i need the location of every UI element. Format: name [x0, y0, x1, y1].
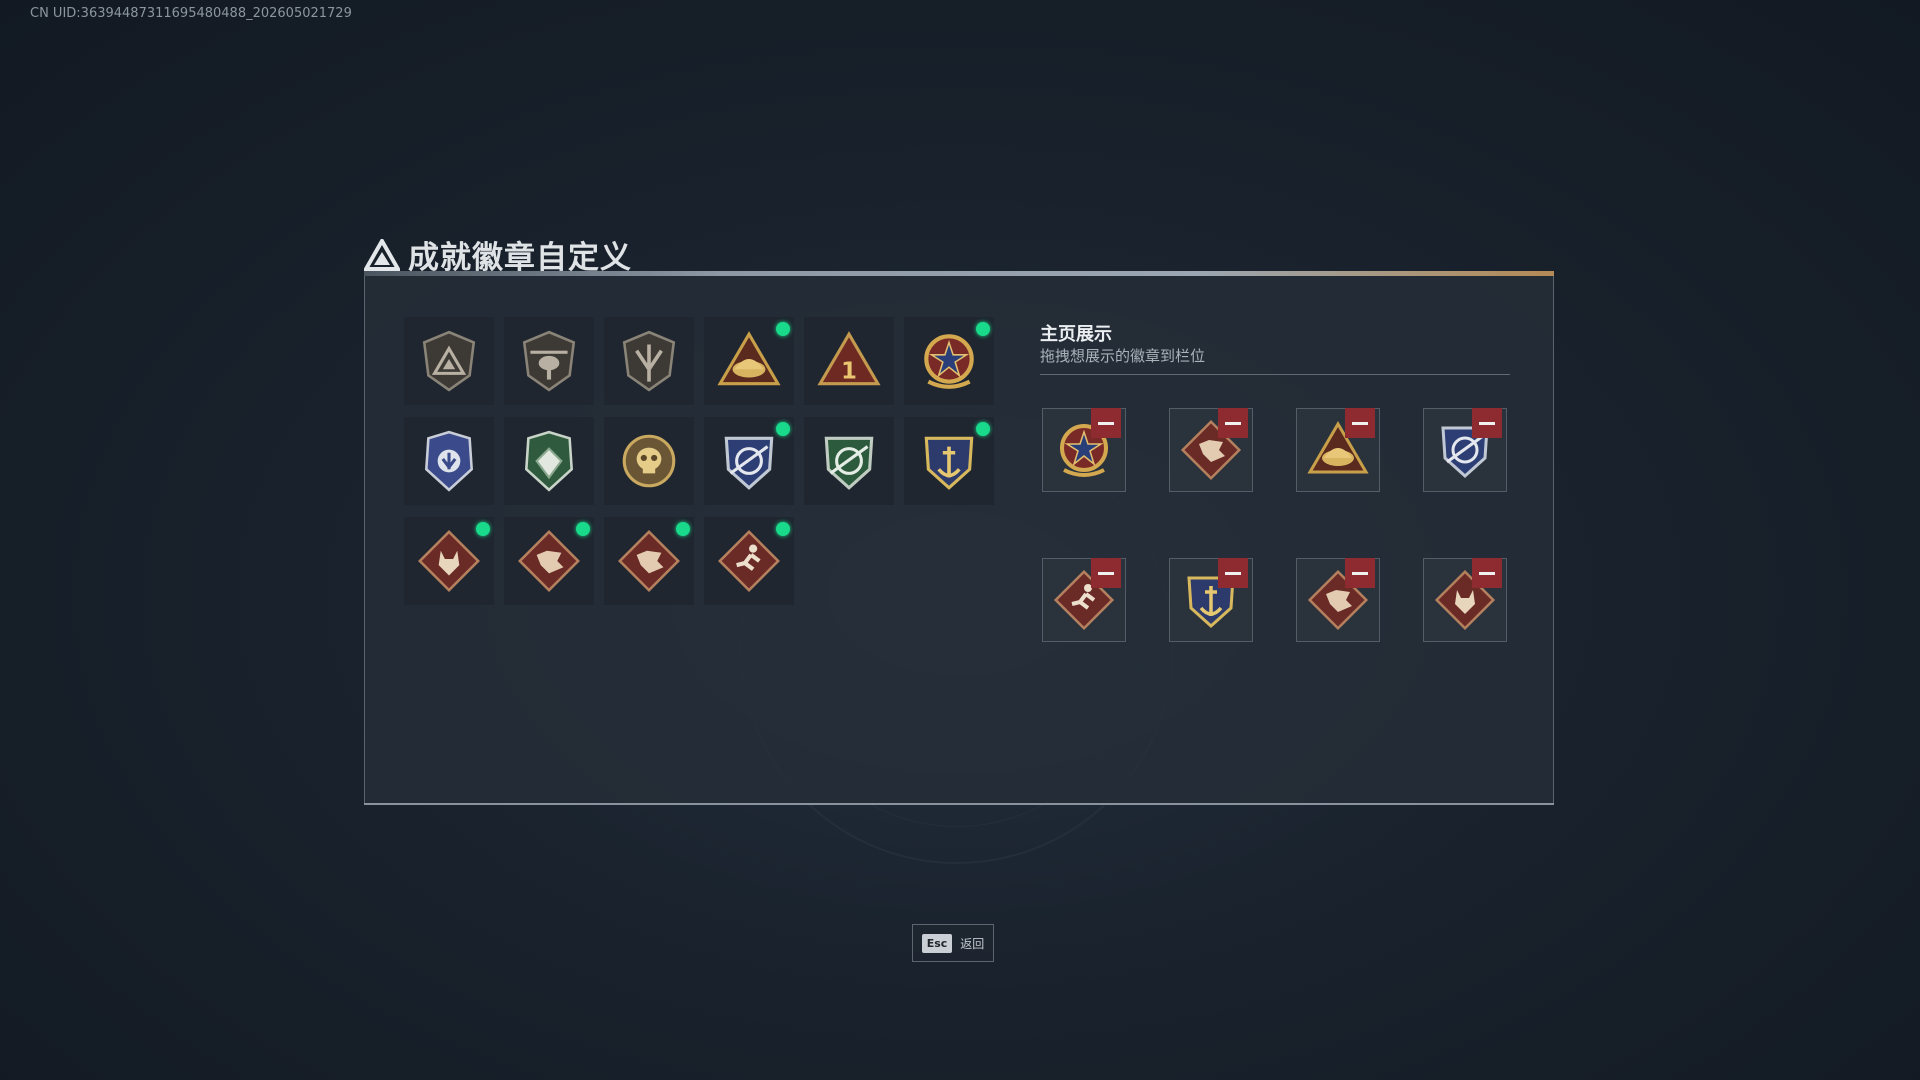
display-slot[interactable] — [1296, 408, 1380, 492]
badge-slot[interactable] — [604, 317, 694, 405]
badge-panel: 1 主页展示 拖拽想展示的徽章到栏位 — [364, 271, 1554, 805]
star-medal-badge-icon — [924, 334, 974, 389]
blue-sniper-crest-badge-icon — [724, 436, 774, 490]
esc-back-button[interactable]: Esc 返回 — [912, 924, 994, 962]
wolf-diamond-badge-icon — [418, 530, 480, 592]
remove-badge-button[interactable] — [1472, 558, 1502, 588]
display-slot[interactable] — [1423, 408, 1507, 492]
new-indicator-dot — [976, 422, 990, 436]
uid-label: CN UID:3639448731169548048​8_20260502172… — [30, 6, 352, 21]
gold-anchor-crest-badge-icon — [924, 436, 974, 490]
new-indicator-dot — [976, 322, 990, 336]
triangle-shield-badge-icon — [422, 330, 476, 392]
badge-slot[interactable] — [804, 417, 894, 505]
remove-badge-button[interactable] — [1218, 558, 1248, 588]
new-indicator-dot — [776, 322, 790, 336]
new-indicator-dot — [776, 422, 790, 436]
number-one-triangle-badge-icon: 1 — [817, 331, 881, 386]
badge-slot[interactable] — [704, 417, 794, 505]
panel-top-border — [364, 271, 1554, 276]
remove-badge-button[interactable] — [1091, 408, 1121, 438]
badge-slot[interactable] — [504, 517, 594, 605]
badge-slot[interactable] — [604, 417, 694, 505]
display-slot[interactable] — [1169, 558, 1253, 642]
green-police-badge-icon — [524, 430, 574, 492]
svg-text:1: 1 — [841, 359, 857, 385]
new-indicator-dot — [576, 522, 590, 536]
runner-diamond-badge-icon — [718, 530, 780, 592]
new-indicator-dot — [476, 522, 490, 536]
badge-slot[interactable] — [404, 317, 494, 405]
badge-slot[interactable] — [704, 317, 794, 405]
remove-badge-button[interactable] — [1472, 408, 1502, 438]
display-slot[interactable] — [1042, 558, 1126, 642]
badge-slot[interactable] — [404, 517, 494, 605]
new-indicator-dot — [776, 522, 790, 536]
remove-badge-button[interactable] — [1345, 558, 1375, 588]
esc-key-icon: Esc — [921, 933, 953, 953]
display-section-subtitle: 拖拽想展示的徽章到栏位 — [1040, 347, 1206, 365]
badge-slot[interactable] — [704, 517, 794, 605]
display-slot[interactable] — [1296, 558, 1380, 642]
remove-badge-button[interactable] — [1345, 408, 1375, 438]
dragon-diamond-badge-icon — [618, 530, 680, 592]
badge-slot[interactable] — [504, 317, 594, 405]
new-indicator-dot — [676, 522, 690, 536]
display-slot[interactable] — [1169, 408, 1253, 492]
remove-badge-button[interactable] — [1091, 558, 1121, 588]
badge-slot[interactable] — [904, 317, 994, 405]
display-slot[interactable] — [1423, 558, 1507, 642]
badge-slot[interactable] — [404, 417, 494, 505]
esc-back-label: 返回 — [960, 936, 985, 951]
display-section-divider — [1040, 374, 1510, 375]
wing-shield-badge-icon — [622, 330, 676, 392]
gold-skull-badge-icon — [622, 434, 676, 488]
remove-badge-button[interactable] — [1218, 408, 1248, 438]
blue-police-badge-icon — [424, 430, 474, 492]
badge-slot[interactable]: 1 — [804, 317, 894, 405]
delta-logo-icon — [364, 238, 400, 271]
helicopter-shield-badge-icon — [522, 330, 576, 392]
golden-triangle-badge-icon — [717, 331, 781, 386]
green-sniper-crest-badge-icon — [824, 436, 874, 490]
display-slot[interactable] — [1042, 408, 1126, 492]
badge-slot[interactable] — [604, 517, 694, 605]
badge-slot[interactable] — [904, 417, 994, 505]
dragon-diamond-badge-icon — [518, 530, 580, 592]
display-section-title: 主页展示 — [1040, 324, 1112, 345]
badge-slot[interactable] — [504, 417, 594, 505]
panel-bottom-border — [364, 803, 1554, 805]
